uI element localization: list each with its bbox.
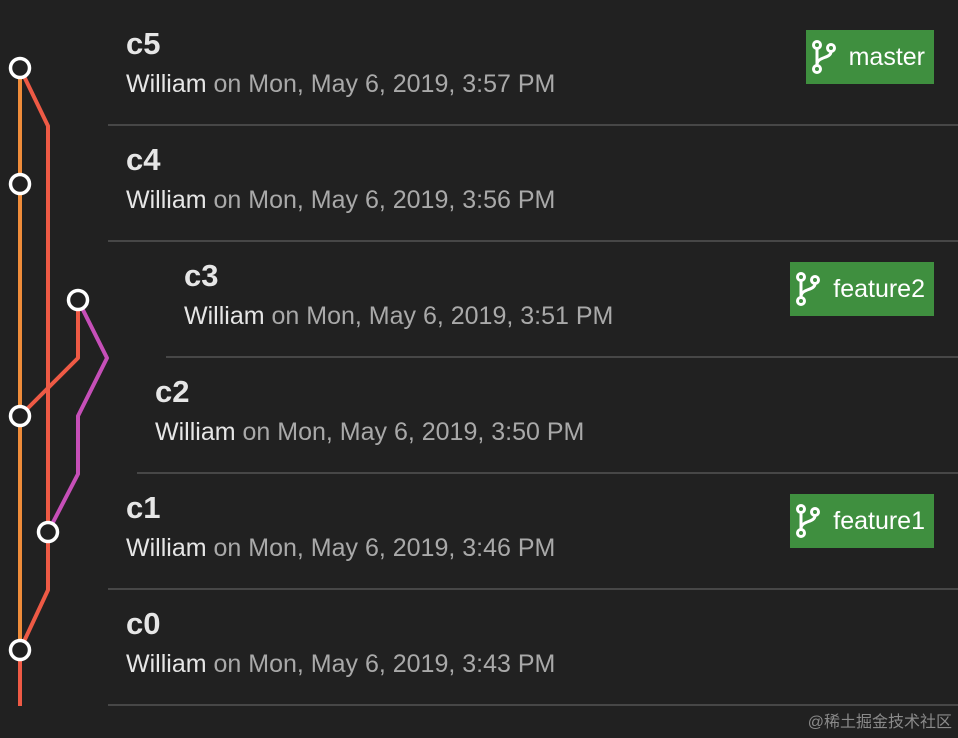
branch-badge-feature1[interactable]: feature1 <box>790 494 934 548</box>
commit-graph-view: c5 William on Mon, May 6, 2019, 3:57 PM … <box>0 0 958 738</box>
branch-badge-feature2[interactable]: feature2 <box>790 262 934 316</box>
commit-title: c4 <box>126 142 161 177</box>
commit-author: William <box>126 186 207 214</box>
commit-date: on Mon, May 6, 2019, 3:50 PM <box>235 418 585 446</box>
commit-node-c2[interactable] <box>8 404 32 428</box>
commit-title: c0 <box>126 606 161 641</box>
commit-row[interactable]: c3 William on Mon, May 6, 2019, 3:51 PM … <box>166 242 958 358</box>
commit-author: William <box>126 650 207 678</box>
commit-node-c0[interactable] <box>8 638 32 662</box>
git-branch-icon <box>795 503 821 539</box>
commit-meta: William on Mon, May 6, 2019, 3:50 PM <box>155 416 584 448</box>
git-branch-icon <box>811 39 837 75</box>
commit-date: on Mon, May 6, 2019, 3:56 PM <box>206 186 556 214</box>
commit-node-c3[interactable] <box>66 288 90 312</box>
branch-badge-master[interactable]: master <box>805 30 934 84</box>
commit-meta: William on Mon, May 6, 2019, 3:43 PM <box>126 648 555 680</box>
watermark: @稀土掘金技术社区 <box>807 714 952 731</box>
commit-title: c1 <box>126 490 161 525</box>
branch-name: feature2 <box>833 274 925 303</box>
commit-title: c2 <box>155 374 190 409</box>
branch-name: feature1 <box>833 506 925 535</box>
commit-node-c1[interactable] <box>36 520 60 544</box>
commit-date: on Mon, May 6, 2019, 3:57 PM <box>206 70 556 98</box>
commit-row[interactable]: c0 William on Mon, May 6, 2019, 3:43 PM <box>108 590 958 706</box>
commit-author: William <box>126 534 207 562</box>
graph-line-red <box>18 67 50 706</box>
commit-meta: William on Mon, May 6, 2019, 3:51 PM <box>184 300 613 332</box>
commit-meta: William on Mon, May 6, 2019, 3:57 PM <box>126 68 555 100</box>
commit-date: on Mon, May 6, 2019, 3:51 PM <box>264 302 614 330</box>
commit-row[interactable]: c5 William on Mon, May 6, 2019, 3:57 PM … <box>108 10 958 126</box>
commit-meta: William on Mon, May 6, 2019, 3:56 PM <box>126 184 555 216</box>
commit-node-c5[interactable] <box>8 56 32 80</box>
commit-title: c5 <box>126 26 161 61</box>
commit-date: on Mon, May 6, 2019, 3:46 PM <box>206 534 556 562</box>
commit-date: on Mon, May 6, 2019, 3:43 PM <box>206 650 556 678</box>
branch-name: master <box>848 42 925 71</box>
commit-author: William <box>126 70 207 98</box>
commit-meta: William on Mon, May 6, 2019, 3:46 PM <box>126 532 555 564</box>
commit-author: William <box>184 302 265 330</box>
git-branch-icon <box>795 271 821 307</box>
commit-title: c3 <box>184 258 219 293</box>
commit-node-c4[interactable] <box>8 172 32 196</box>
commit-row[interactable]: c1 William on Mon, May 6, 2019, 3:46 PM … <box>108 474 958 590</box>
commit-author: William <box>155 418 236 446</box>
commit-row[interactable]: c2 William on Mon, May 6, 2019, 3:50 PM <box>137 358 958 474</box>
commit-row[interactable]: c4 William on Mon, May 6, 2019, 3:56 PM <box>108 126 958 242</box>
